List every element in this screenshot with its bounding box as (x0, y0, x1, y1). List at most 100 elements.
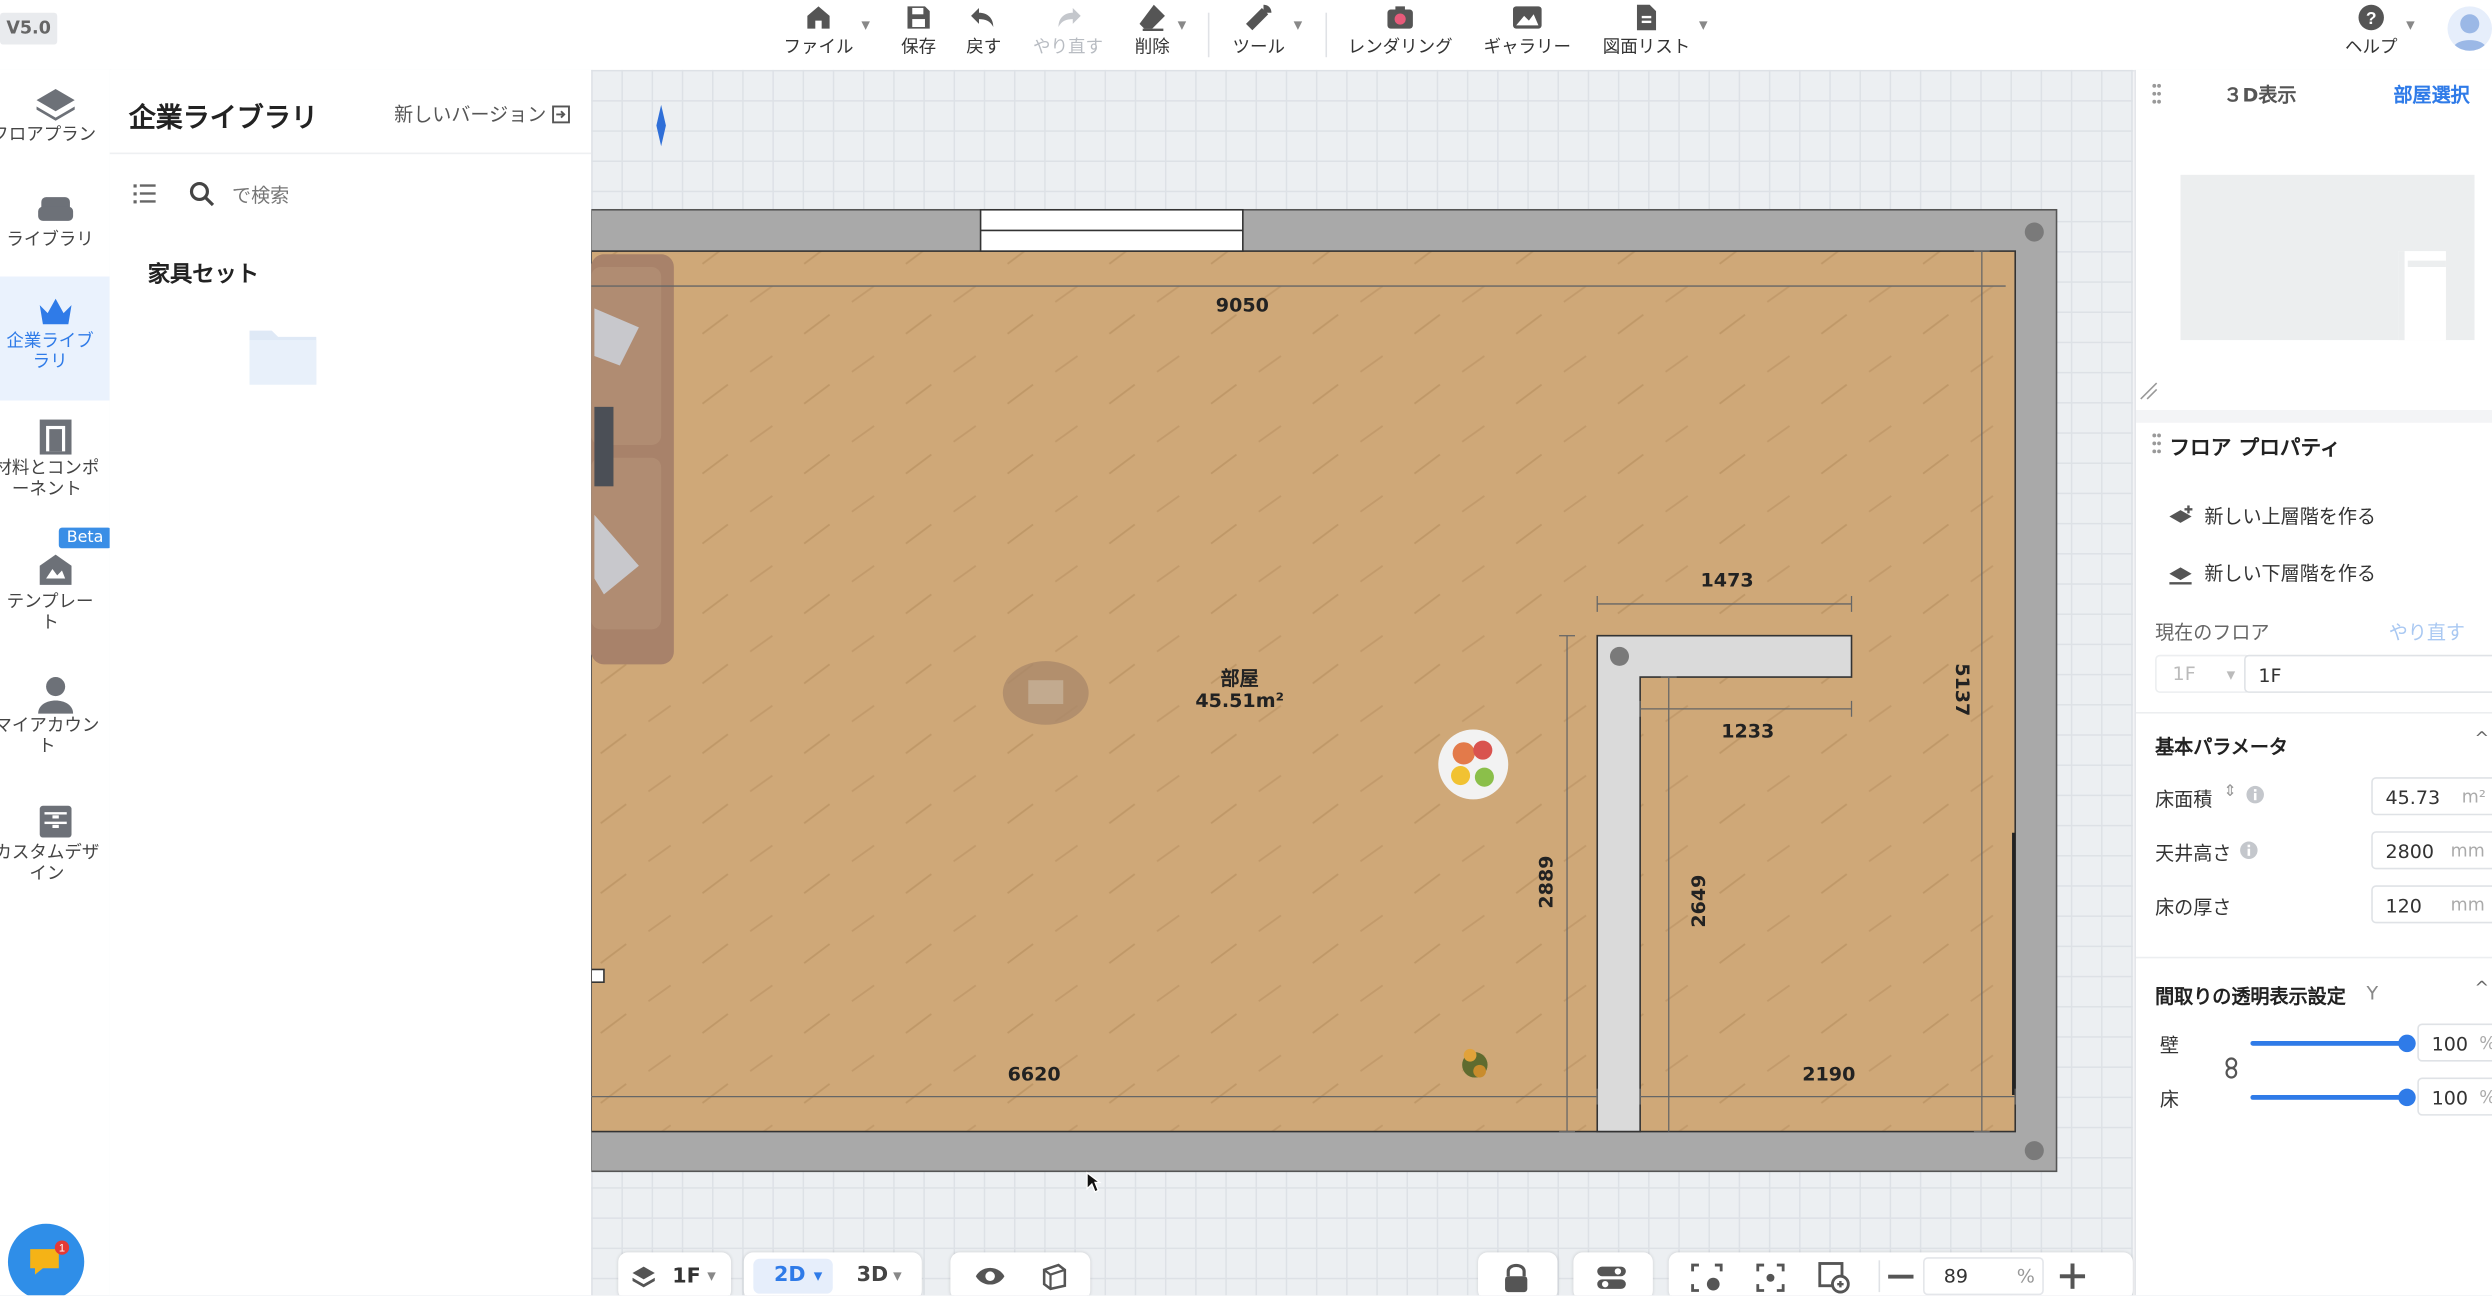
link-icon[interactable] (2223, 1057, 2239, 1079)
info-icon[interactable] (2246, 785, 2265, 804)
drawing-list-button[interactable]: 図面リスト (1597, 0, 1696, 70)
search-icon[interactable] (189, 181, 215, 207)
sofa[interactable] (591, 254, 674, 665)
chat-support-button[interactable]: 1 (7, 1223, 85, 1296)
nav-label-floorplan: フロアプラン (0, 123, 97, 145)
nav-item-library[interactable]: ライブラリ (0, 191, 110, 264)
wall-node[interactable] (2024, 222, 2044, 242)
nav-item-floorplan[interactable]: フロアプラン (0, 86, 110, 162)
nav-label-enterprise-library: 企業ライブラリ (6, 330, 94, 372)
eye-icon[interactable] (974, 1265, 1006, 1287)
drag-handle-icon[interactable] (2152, 83, 2162, 105)
minimap-preview[interactable] (2180, 174, 2475, 341)
zoom-controls: 89 % (1668, 1252, 2133, 1296)
floor-dropdown-icon: ▼ (707, 1269, 716, 1283)
save-button[interactable]: 保存 (893, 0, 944, 70)
help-button[interactable]: ? ヘルプ (2343, 0, 2400, 70)
delete-dropdown-icon[interactable]: ▼ (1178, 19, 1187, 32)
svg-text:?: ? (2366, 8, 2377, 28)
zoom-area-icon[interactable] (1818, 1262, 1850, 1294)
properties-panel: ３D表示 部屋選択 フロア プロパティ 新しい上層階を作る 新しい下層階を作る … (2134, 69, 2492, 1296)
nav-item-custom-design[interactable]: カスタムデザイン (0, 801, 110, 906)
door[interactable] (591, 968, 605, 983)
folder-icon[interactable] (246, 324, 319, 388)
cube-icon[interactable] (1039, 1262, 1068, 1291)
floor-slider-track[interactable] (2250, 1088, 2416, 1107)
left-navigation: フロアプラン ライブラリ 企業ライブラリ 材料とコンポーネント Beta テンプ… (0, 69, 112, 1296)
room-select-tab[interactable]: 部屋選択 (2393, 81, 2469, 108)
zoom-in-icon[interactable] (2059, 1263, 2086, 1289)
compass-icon[interactable] (656, 104, 666, 147)
room-name: 部屋 (1220, 667, 1259, 690)
lock-icon[interactable] (1502, 1262, 1531, 1294)
wall-slider-handle[interactable] (2398, 1034, 2416, 1053)
zoom-out-icon[interactable] (1888, 1274, 1914, 1280)
new-lower-floor-button[interactable]: 新しい下層階を作る (2168, 559, 2376, 586)
version-badge: V5.0 (0, 12, 58, 45)
collapse-icon[interactable]: ^ (2475, 728, 2490, 749)
nav-item-materials[interactable]: 材料とコンポーネント (0, 416, 110, 518)
floorplan-canvas[interactable]: 9050 1473 1233 5137 2889 2649 6620 2190 … (591, 69, 2133, 1296)
cabinet-icon (38, 805, 71, 838)
file-button[interactable]: ファイル (784, 0, 853, 70)
nav-item-template[interactable]: テンプレート (0, 550, 110, 645)
floor-name-input[interactable]: 1F (2244, 654, 2492, 693)
wall-node[interactable] (1609, 646, 1630, 666)
dim-top: 9050 (1215, 294, 1269, 317)
mode-2d-button[interactable]: 2D ▼ (753, 1258, 833, 1294)
drag-handle-icon[interactable] (2152, 432, 2162, 454)
toggle-settings-icon[interactable] (1596, 1263, 1628, 1292)
ceiling-height-unit: mm (2450, 840, 2485, 862)
drawing-list-dropdown-icon[interactable]: ▼ (1699, 19, 1708, 32)
mode-3d-button[interactable]: 3D ▼ (842, 1259, 912, 1294)
help-dropdown-icon[interactable]: ▼ (2406, 19, 2415, 32)
floor-area-unit: m² (2461, 786, 2486, 808)
wall-node[interactable] (2024, 1141, 2044, 1161)
undo-button[interactable]: 戻す (960, 0, 1008, 70)
fruit-plate[interactable] (1438, 729, 1509, 800)
file-dropdown-icon[interactable]: ▼ (861, 19, 870, 32)
new-version-link[interactable]: 新しいバージョン (394, 100, 570, 127)
user-avatar[interactable] (2447, 6, 2492, 51)
list-view-icon[interactable] (133, 183, 156, 205)
zoom-unit: % (2016, 1265, 2035, 1288)
crown-icon (38, 298, 71, 325)
info-icon[interactable] (2239, 841, 2258, 860)
floor-selector[interactable]: 1F ▼ (618, 1252, 732, 1296)
nav-label-library: ライブラリ (6, 228, 94, 250)
room-label[interactable]: 部屋 45.51m² (1192, 668, 1287, 713)
new-upper-floor-button[interactable]: 新しい上層階を作る (2168, 502, 2376, 529)
floor-select[interactable]: 1F ▼ (2155, 654, 2251, 693)
search-input[interactable] (228, 178, 554, 213)
drawing-list-label: 図面リスト (1602, 36, 1691, 58)
gallery-button[interactable]: ギャラリー (1478, 0, 1577, 70)
floor-opacity-unit: % (2479, 1087, 2492, 1108)
wall-opacity-unit: % (2479, 1033, 2492, 1054)
nav-item-my-account[interactable]: マイアカウント (0, 674, 110, 773)
view-3d-tab[interactable]: ３D表示 (2223, 81, 2296, 108)
wall-slider-track[interactable] (2250, 1034, 2416, 1053)
delete-button[interactable]: 削除 (1128, 0, 1176, 70)
fit-screen-icon[interactable] (1756, 1263, 1785, 1292)
new-version-label: 新しいバージョン (394, 103, 547, 126)
redo-icon (1058, 7, 1081, 28)
tools-button[interactable]: ツール (1227, 0, 1291, 70)
redo-button[interactable]: やり直す (1027, 0, 1110, 70)
collapse-icon[interactable]: ^ (2475, 977, 2490, 998)
divider (109, 152, 592, 155)
nav-item-enterprise-library[interactable]: 企業ライブラリ (0, 276, 110, 401)
rendering-label: レンダリング (1347, 36, 1453, 58)
floor-slider-handle[interactable] (2398, 1088, 2416, 1107)
resize-handle-icon[interactable] (2139, 381, 2158, 400)
zoom-input[interactable]: 89 % (1923, 1257, 2044, 1296)
sort-icon[interactable]: ⇕ (2223, 784, 2236, 801)
tools-dropdown-icon[interactable]: ▼ (1294, 19, 1303, 32)
rendering-button[interactable]: レンダリング (1345, 0, 1456, 70)
room-floor[interactable] (591, 250, 2017, 1133)
fit-settings-icon[interactable] (1691, 1263, 1723, 1292)
floor-label: 1F (672, 1265, 701, 1289)
floor-properties-title: フロア プロパティ (2169, 437, 2341, 461)
dim-left-vertical: 2889 (1534, 855, 1558, 909)
redo-link[interactable]: やり直す (2389, 618, 2465, 645)
door-icon (38, 419, 71, 455)
